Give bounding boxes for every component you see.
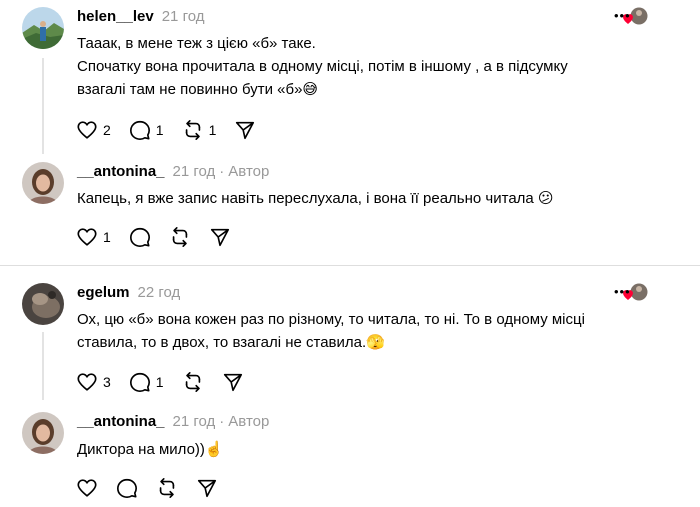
more-options-icon[interactable]: ••• [614, 285, 630, 299]
heart-icon [77, 121, 97, 139]
comment-header: helen__lev 21 год [77, 8, 204, 25]
text-line: ставила, то в двох, то взагалі не ставил… [77, 334, 385, 351]
reply-button[interactable]: 1 [129, 119, 164, 141]
action-bar [76, 476, 236, 500]
repost-icon [185, 120, 200, 140]
repost-icon [172, 227, 188, 247]
text-line: Спочатку вона прочитала в одному місці, … [77, 58, 568, 75]
avatar[interactable] [22, 412, 64, 454]
repost-icon [185, 372, 200, 392]
like-button[interactable] [76, 477, 98, 499]
reply-count: 1 [155, 374, 164, 390]
repost-button[interactable]: 1 [182, 119, 217, 141]
comment-icon [129, 372, 150, 392]
author-badge: Автор [228, 163, 270, 180]
comment-text: Диктора на мило))☝️ [77, 438, 687, 461]
repost-button[interactable] [156, 477, 178, 499]
like-count: 2 [103, 122, 111, 138]
repost-icon [159, 478, 175, 498]
thread-line [42, 58, 44, 154]
comment-icon [129, 227, 150, 247]
share-button[interactable] [222, 371, 244, 393]
text-line: взагалі там не повинно бути «б»😅 [77, 81, 319, 98]
avatar[interactable] [22, 283, 64, 325]
text-line: Диктора на мило))☝️ [77, 441, 224, 458]
send-icon [223, 373, 242, 392]
comment-header: __antonina_ 21 год · Автор [77, 413, 269, 430]
heart-icon [77, 479, 97, 497]
send-icon [236, 121, 255, 140]
like-count: 3 [103, 374, 111, 390]
share-button[interactable] [196, 477, 218, 499]
send-icon [197, 479, 217, 498]
timestamp[interactable]: 22 год [138, 284, 181, 301]
avatar[interactable] [22, 162, 64, 204]
like-button[interactable]: 2 [76, 119, 111, 141]
share-button[interactable] [234, 119, 256, 141]
separator-dot: · [219, 163, 225, 180]
heart-icon [77, 373, 97, 391]
more-options-icon[interactable]: ••• [614, 9, 630, 23]
action-bar: 3 1 [76, 370, 262, 394]
reply-button[interactable]: 1 [129, 371, 164, 393]
heart-icon [77, 228, 97, 246]
like-button[interactable]: 1 [76, 226, 111, 248]
timestamp[interactable]: 21 год [173, 163, 216, 180]
reply-button[interactable] [116, 477, 138, 499]
like-button[interactable]: 3 [76, 371, 111, 393]
username[interactable]: __antonina_ [77, 413, 165, 430]
share-button[interactable] [209, 226, 231, 248]
like-count: 1 [103, 229, 111, 245]
thread-divider [0, 265, 700, 266]
username[interactable]: egelum [77, 284, 130, 301]
repost-button[interactable] [182, 371, 204, 393]
comment-text: Капець, я вже запис навіть переслухала, … [77, 187, 687, 210]
reply-button[interactable] [129, 226, 151, 248]
comment-header: egelum 22 год [77, 284, 180, 301]
text-line: Тааак, в мене теж з цією «б» таке. [77, 35, 316, 52]
reply-count: 1 [155, 122, 164, 138]
comment-text: Ох, цю «б» вона кожен раз по різному, то… [77, 308, 687, 354]
action-bar: 1 [76, 225, 249, 249]
comment-2: __antonina_ 21 год · Автор Капець, я вже за… [0, 152, 700, 264]
repost-button[interactable] [169, 226, 191, 248]
comment-4: __antonina_ 21 год · Автор Диктора на мило)… [0, 402, 700, 507]
send-icon [210, 228, 229, 247]
comment-header: __antonina_ 21 год · Автор [77, 163, 269, 180]
timestamp[interactable]: 21 год [162, 8, 205, 25]
repost-count: 1 [208, 122, 217, 138]
username[interactable]: __antonina_ [77, 163, 165, 180]
comment-text: Тааак, в мене теж з цією «б» таке. Споча… [77, 32, 687, 101]
comment-3: egelum 22 год ••• Ох, цю «б» вона кожен р… [0, 272, 700, 400]
avatar[interactable] [22, 7, 64, 49]
text-line: Ох, цю «б» вона кожен раз по різному, то… [77, 311, 585, 328]
separator-dot: · [219, 413, 225, 430]
comment-icon [129, 120, 150, 140]
text-line: Капець, я вже запис навіть переслухала, … [77, 190, 554, 207]
timestamp[interactable]: 21 год [173, 413, 216, 430]
action-bar: 2 1 1 [76, 118, 274, 142]
author-badge: Автор [228, 413, 270, 430]
comment-icon [117, 478, 137, 498]
thread-line [42, 332, 44, 400]
username[interactable]: helen__lev [77, 8, 154, 25]
comment-1: helen__lev 21 год ••• Тааак, в мене теж з… [0, 0, 700, 160]
